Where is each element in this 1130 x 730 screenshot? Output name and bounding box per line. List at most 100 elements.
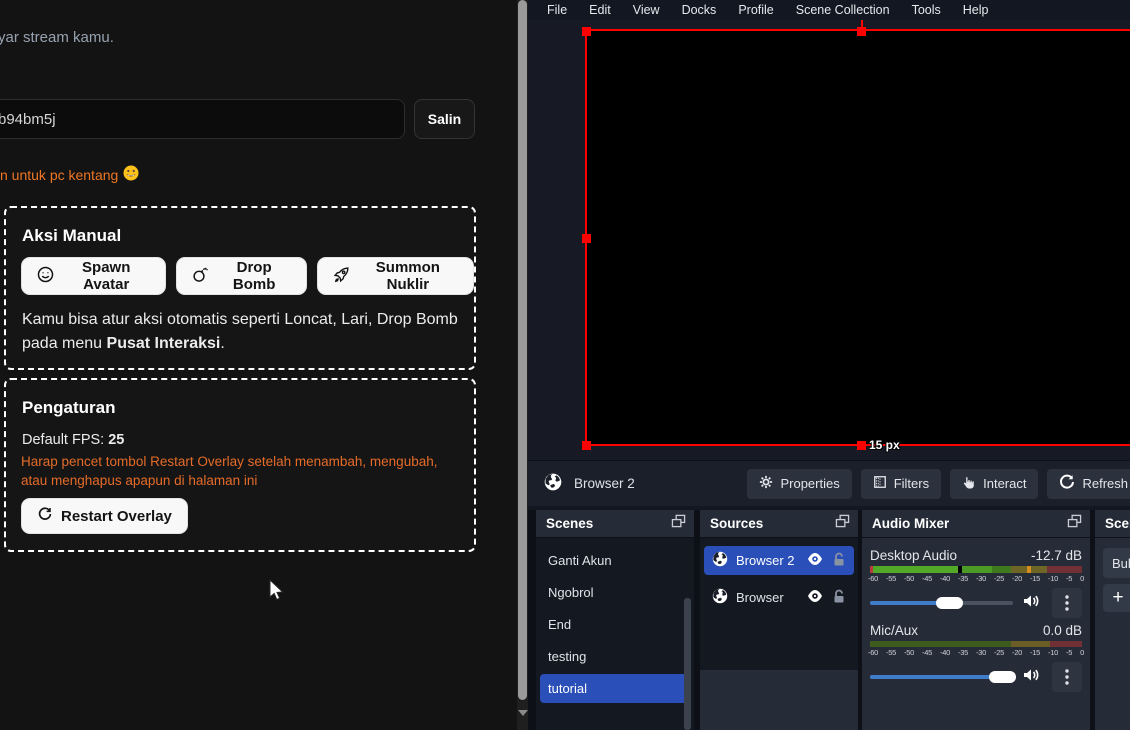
popout-icon[interactable] <box>835 514 850 533</box>
toolbar-buttons: Properties Filters Interact Refresh <box>747 469 1130 499</box>
menu-item[interactable]: View <box>622 3 671 17</box>
db-value: 0.0 dB <box>1043 623 1082 638</box>
meter-ticks: -60-55-50-45-40-35-30-25-20-15-10-50 <box>868 574 1084 583</box>
audio-mixer-header: Audio Mixer <box>862 510 1090 538</box>
pengaturan-title: Pengaturan <box>22 398 116 418</box>
visibility-eye-icon[interactable] <box>806 552 824 569</box>
preview-canvas[interactable] <box>587 31 1130 445</box>
interact-button[interactable]: Interact <box>950 469 1038 499</box>
intro-text: yar stream kamu. <box>0 29 114 46</box>
globe-icon <box>712 588 728 607</box>
gear-icon <box>759 475 773 492</box>
screen: yar stream kamu. Salin n untuk pc kentan… <box>0 0 1130 730</box>
globe-icon <box>712 551 728 570</box>
transition-select[interactable]: Bubble <box>1103 548 1130 578</box>
menu-item[interactable]: Tools <box>901 3 952 17</box>
restart-icon <box>37 506 53 526</box>
popout-icon[interactable] <box>671 514 686 533</box>
scrollbar-down-arrow-icon[interactable] <box>518 710 528 716</box>
menu-item[interactable]: Help <box>952 3 1000 17</box>
handle-middle-left[interactable] <box>582 234 591 243</box>
obs-window: FileEditViewDocksProfileScene Collection… <box>528 0 1130 730</box>
source-item-browser[interactable]: Browser <box>704 583 854 612</box>
sources-panel-footer <box>700 670 858 730</box>
volume-slider[interactable] <box>870 664 1013 690</box>
default-fps: Default FPS: 25 <box>22 432 124 448</box>
handle-top-left[interactable] <box>582 27 591 36</box>
copy-button[interactable]: Salin <box>414 99 475 139</box>
menu-item[interactable]: Docks <box>671 3 728 17</box>
db-value: -12.7 dB <box>1031 548 1082 563</box>
smiley-icon <box>37 266 54 287</box>
handle-bottom-left[interactable] <box>582 441 591 450</box>
overlay-settings-page: yar stream kamu. Salin n untuk pc kentan… <box>0 0 528 730</box>
properties-button[interactable]: Properties <box>747 469 851 499</box>
obs-preview-area[interactable]: 15 px <box>528 20 1130 460</box>
scene-transitions-panel: Scene Transitions Bubble + <box>1095 510 1130 730</box>
overlay-code-input[interactable] <box>0 99 405 139</box>
filter-icon <box>873 475 887 492</box>
hand-pointer-icon <box>962 475 976 493</box>
popout-icon[interactable] <box>1067 514 1082 533</box>
selected-source: Browser 2 <box>544 473 635 494</box>
scene-list-scrollbar[interactable] <box>684 598 691 730</box>
source-list: Browser 2 Browser <box>700 538 858 670</box>
channel-menu-button[interactable] <box>1052 662 1082 692</box>
pengaturan-box: Pengaturan Default FPS: 25 Harap pencet … <box>4 378 476 552</box>
channel-menu-button[interactable] <box>1052 588 1082 618</box>
grin-emoji-icon <box>123 165 139 184</box>
drop-bomb-button[interactable]: Drop Bomb <box>176 257 306 295</box>
rocket-icon <box>333 266 350 287</box>
volume-slider[interactable] <box>870 590 1013 616</box>
handle-bottom-center[interactable] <box>857 441 866 450</box>
menu-item[interactable]: Edit <box>578 3 622 17</box>
transitions-header: Scene Transitions <box>1095 510 1130 538</box>
menu-item[interactable]: File <box>536 3 578 17</box>
restart-warning: Harap pencet tombol Restart Overlay sete… <box>21 452 457 490</box>
menu-item[interactable]: Scene Collection <box>785 3 901 17</box>
spawn-avatar-button[interactable]: Spawn Avatar <box>21 257 166 295</box>
restart-overlay-button[interactable]: Restart Overlay <box>21 498 188 534</box>
scrollbar-thumb[interactable] <box>518 0 527 700</box>
speaker-icon[interactable] <box>1022 667 1040 688</box>
audio-mixer-panel: Audio Mixer Desktop Audio -12.7 dB -60-5… <box>862 510 1090 730</box>
page-scrollbar[interactable] <box>517 0 528 730</box>
sources-panel: Sources Browser 2 Browser <box>700 510 858 730</box>
source-item-browser2[interactable]: Browser 2 <box>704 546 854 575</box>
scenes-header: Scenes <box>536 510 694 538</box>
add-transition-button[interactable]: + <box>1103 584 1130 612</box>
volume-meter <box>870 641 1082 647</box>
aksi-buttons-row: Spawn Avatar Drop Bomb Summon Nuklir <box>21 257 474 295</box>
channel-desktop-audio: Desktop Audio -12.7 dB -60-55-50-45-40-3… <box>862 548 1090 616</box>
potato-note: n untuk pc kentang <box>0 165 139 184</box>
scene-item[interactable]: Ngobrol <box>540 578 690 607</box>
refresh-icon <box>1059 474 1075 493</box>
volume-meter <box>870 566 1082 573</box>
source-toolbar: Browser 2 Properties Filters Interact R <box>528 460 1130 506</box>
aksi-manual-title: Aksi Manual <box>22 226 121 246</box>
menu-item[interactable]: Profile <box>727 3 784 17</box>
globe-icon <box>544 473 562 494</box>
scene-item[interactable]: testing <box>540 642 690 671</box>
size-label: 15 px <box>869 438 900 452</box>
scene-list: Ganti Akun Ngobrol End testing tutorial <box>536 538 694 703</box>
scene-item[interactable]: tutorial <box>540 674 690 703</box>
summon-nuklir-button[interactable]: Summon Nuklir <box>317 257 474 295</box>
channel-mic-aux: Mic/Aux 0.0 dB -60-55-50-45-40-35-30-25-… <box>862 623 1090 690</box>
lock-icon[interactable] <box>832 589 846 607</box>
refresh-button[interactable]: Refresh <box>1047 469 1130 499</box>
scene-item[interactable]: End <box>540 610 690 639</box>
mouse-cursor-icon <box>268 579 290 608</box>
sources-header: Sources <box>700 510 858 538</box>
filters-button[interactable]: Filters <box>861 469 941 499</box>
aksi-description: Kamu bisa atur aksi otomatis seperti Lon… <box>22 308 466 356</box>
obs-menubar: FileEditViewDocksProfileScene Collection… <box>528 0 1130 20</box>
aksi-manual-box: Aksi Manual Spawn Avatar Drop Bomb Summo… <box>4 206 476 370</box>
lock-icon[interactable] <box>832 552 846 570</box>
speaker-icon[interactable] <box>1022 593 1040 614</box>
visibility-eye-icon[interactable] <box>806 589 824 606</box>
scene-item[interactable]: Ganti Akun <box>540 546 690 575</box>
plus-icon: + <box>1112 587 1123 609</box>
handle-top-center[interactable] <box>857 27 866 36</box>
obs-docks: Scenes Ganti Akun Ngobrol End testing tutori… <box>528 510 1130 730</box>
